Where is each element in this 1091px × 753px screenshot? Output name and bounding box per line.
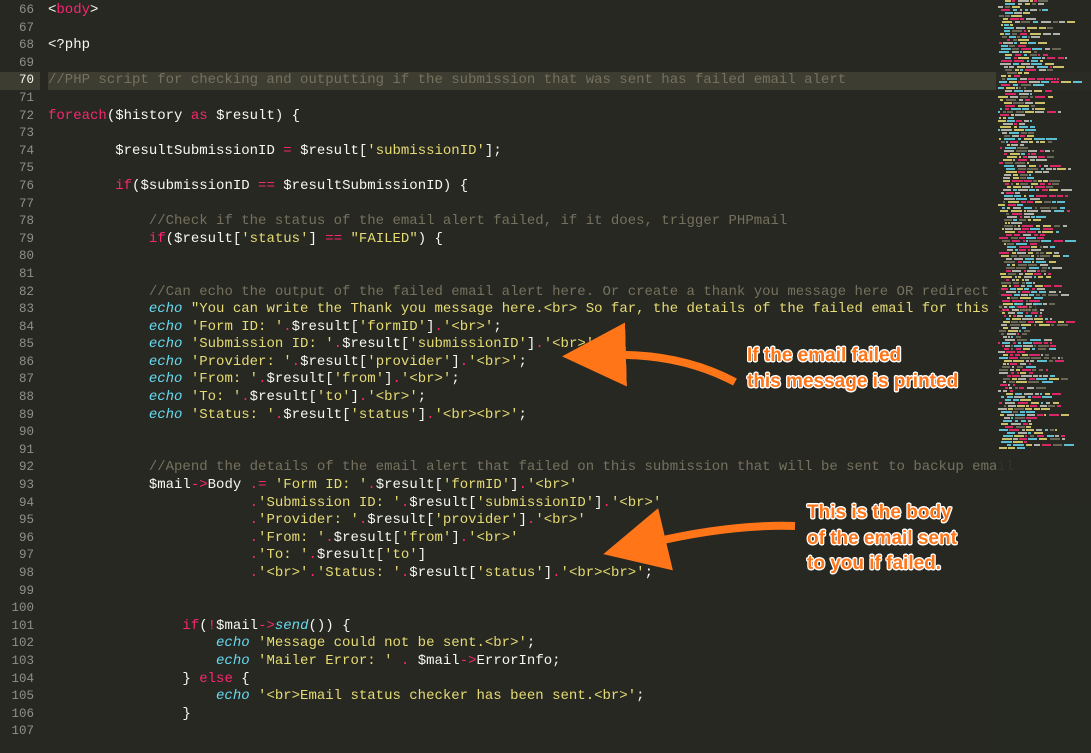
code-line [48,600,1091,618]
line-number: 80 [0,248,40,266]
code-line: <body> [48,2,1091,20]
code-line [48,442,1091,460]
line-number: 102 [0,635,40,653]
line-number: 88 [0,389,40,407]
line-number: 82 [0,284,40,302]
code-line [48,723,1091,741]
line-number: 99 [0,583,40,601]
editor-minimap[interactable] [996,0,1091,753]
code-line: if($result['status'] == "FAILED") { [48,231,1091,249]
line-number: 66 [0,2,40,20]
line-number: 74 [0,143,40,161]
line-number: 91 [0,442,40,460]
code-line: .'To: '.$result['to'] [48,547,1091,565]
code-content-area[interactable]: <body> <?php //PHP script for checking a… [40,0,1091,753]
code-line [48,196,1091,214]
code-line: foreach($history as $result) { [48,108,1091,126]
code-line: echo 'Mailer Error: ' . $mail->ErrorInfo… [48,653,1091,671]
code-line [48,248,1091,266]
line-number: 96 [0,530,40,548]
line-number: 84 [0,319,40,337]
line-number: 92 [0,459,40,477]
code-line [48,266,1091,284]
line-number: 89 [0,407,40,425]
line-number: 90 [0,424,40,442]
code-line: //Can echo the output of the failed emai… [48,284,1091,302]
line-number: 100 [0,600,40,618]
code-editor-viewport: 6667686970717273747576777879808182838485… [0,0,1091,753]
code-line: .'From: '.$result['from'].'<br>' [48,530,1091,548]
code-line: //PHP script for checking and outputting… [48,72,1091,90]
line-number: 105 [0,688,40,706]
line-number: 93 [0,477,40,495]
code-line: $resultSubmissionID = $result['submissio… [48,143,1091,161]
code-line: //Apend the details of the email alert t… [48,459,1091,477]
code-line [48,160,1091,178]
line-number: 78 [0,213,40,231]
line-number: 77 [0,196,40,214]
code-line: echo 'Provider: '.$result['provider'].'<… [48,354,1091,372]
line-number: 79 [0,231,40,249]
code-line: $mail->Body .= 'Form ID: '.$result['form… [48,477,1091,495]
line-number: 103 [0,653,40,671]
code-line [48,90,1091,108]
code-line: } else { [48,671,1091,689]
code-line [48,583,1091,601]
line-number: 72 [0,108,40,126]
code-line: .'Provider: '.$result['provider'].'<br>' [48,512,1091,530]
line-number: 70 [0,72,40,90]
code-line: .'Submission ID: '.$result['submissionID… [48,495,1091,513]
code-pre: <body> <?php //PHP script for checking a… [40,0,1091,741]
code-line [48,424,1091,442]
code-line: if($submissionID == $resultSubmissionID)… [48,178,1091,196]
code-line: <?php [48,37,1091,55]
code-line: echo '<br>Email status checker has been … [48,688,1091,706]
line-number: 101 [0,618,40,636]
line-number: 75 [0,160,40,178]
line-number: 81 [0,266,40,284]
code-line: echo 'Message could not be sent.<br>'; [48,635,1091,653]
line-number: 83 [0,301,40,319]
code-line [48,125,1091,143]
code-line: echo 'To: '.$result['to'].'<br>'; [48,389,1091,407]
line-number: 76 [0,178,40,196]
code-line: echo 'From: '.$result['from'].'<br>'; [48,371,1091,389]
line-number: 97 [0,547,40,565]
line-number: 71 [0,90,40,108]
line-number: 98 [0,565,40,583]
code-line: echo "You can write the Thank you messag… [48,301,1091,319]
code-line: if(!$mail->send()) { [48,618,1091,636]
line-number: 85 [0,336,40,354]
code-line: } [48,706,1091,724]
line-number: 95 [0,512,40,530]
line-number: 86 [0,354,40,372]
code-line [48,20,1091,38]
line-number: 87 [0,371,40,389]
code-line [48,55,1091,73]
line-number: 107 [0,723,40,741]
code-line: echo 'Form ID: '.$result['formID'].'<br>… [48,319,1091,337]
code-line: echo 'Status: '.$result['status'].'<br><… [48,407,1091,425]
line-number-gutter[interactable]: 6667686970717273747576777879808182838485… [0,0,40,753]
line-number: 73 [0,125,40,143]
code-line: //Check if the status of the email alert… [48,213,1091,231]
line-number: 69 [0,55,40,73]
line-number: 67 [0,20,40,38]
line-number: 68 [0,37,40,55]
line-number: 94 [0,495,40,513]
code-line: .'<br>'.'Status: '.$result['status'].'<b… [48,565,1091,583]
line-number: 106 [0,706,40,724]
code-line: echo 'Submission ID: '.$result['submissi… [48,336,1091,354]
line-number: 104 [0,671,40,689]
